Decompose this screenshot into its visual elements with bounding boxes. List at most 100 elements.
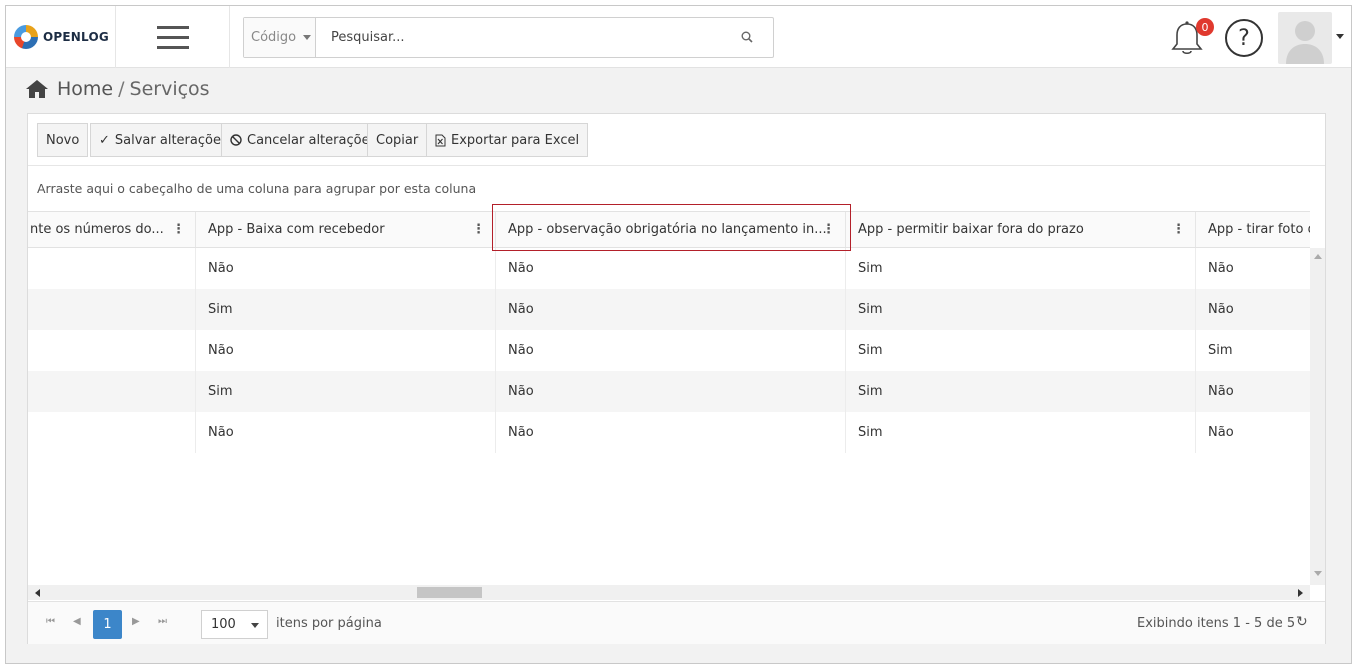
copy-button-label: Copiar (376, 132, 419, 148)
refresh-icon[interactable]: ↻ (1296, 614, 1308, 630)
column-header-label: App - tirar foto d (1208, 222, 1310, 237)
notification-count-badge: 0 (1196, 18, 1214, 36)
column-header[interactable]: App - observação obrigatória no lançamen… (496, 212, 846, 247)
table-cell[interactable]: Não (1196, 248, 1310, 289)
check-icon: ✓ (99, 132, 110, 148)
logo[interactable]: OPENLOG (6, 6, 116, 68)
breadcrumb-current: Serviços (129, 78, 210, 100)
table-row[interactable]: Sim Não Sim Não (28, 289, 1310, 330)
horizontal-scroll-thumb[interactable] (417, 587, 482, 598)
column-header[interactable]: App - permitir baixar fora do prazo ⋮ (846, 212, 1196, 247)
horizontal-scrollbar[interactable] (28, 585, 1310, 600)
table-cell[interactable]: Não (496, 371, 846, 412)
table-cell[interactable] (28, 330, 196, 371)
table-cell[interactable]: Sim (196, 289, 496, 330)
table-cell[interactable]: Não (196, 248, 496, 289)
user-menu-chevron-icon[interactable] (1336, 34, 1344, 39)
breadcrumb-separator: / (118, 78, 125, 100)
chevron-down-icon (251, 623, 259, 628)
new-button[interactable]: Novo (37, 123, 89, 157)
notifications-button[interactable]: 0 (1169, 18, 1214, 58)
page-size-select[interactable]: 100 (201, 610, 268, 639)
table-cell[interactable]: Sim (846, 371, 1196, 412)
help-button[interactable]: ? (1225, 19, 1263, 57)
table-cell[interactable]: Não (496, 289, 846, 330)
column-header-label: App - permitir baixar fora do prazo (858, 222, 1084, 237)
export-excel-button[interactable]: Exportar para Excel (426, 123, 589, 157)
table-cell[interactable]: Sim (1196, 330, 1310, 371)
table-cell[interactable]: Não (496, 330, 846, 371)
logo-mark-icon (14, 25, 38, 49)
menu-toggle-button[interactable] (116, 6, 230, 68)
table-cell[interactable]: Não (1196, 412, 1310, 453)
last-page-icon[interactable]: ⏭ (158, 616, 167, 627)
table-row[interactable]: Não Não Sim Sim (28, 330, 1310, 371)
services-panel: Novo ✓ Salvar alterações Cancelar altera… (27, 113, 1326, 644)
column-header[interactable]: App - tirar foto d (1196, 212, 1310, 247)
pager: ⏮ ◀ 1 ▶ ⏭ 100 itens por página Exibindo … (28, 601, 1325, 644)
table-cell[interactable]: Sim (196, 371, 496, 412)
table-row[interactable]: Não Não Sim Não (28, 412, 1310, 453)
cancel-icon (230, 134, 242, 146)
table-cell[interactable]: Não (1196, 371, 1310, 412)
search-icon[interactable] (741, 31, 753, 43)
question-icon: ? (1238, 25, 1250, 51)
breadcrumb: Home / Serviços (25, 75, 210, 103)
search-bar: Código (243, 17, 774, 58)
column-header[interactable]: App - Baixa com recebedor ⋮ (196, 212, 496, 247)
table-cell[interactable]: Sim (846, 412, 1196, 453)
column-header[interactable]: nte os números do... ⋮ (28, 212, 196, 247)
scroll-down-icon[interactable] (1314, 571, 1322, 576)
table-cell[interactable] (28, 371, 196, 412)
table-cell[interactable]: Não (196, 330, 496, 371)
cancel-changes-button[interactable]: Cancelar alterações (221, 123, 386, 157)
column-menu-icon[interactable]: ⋮ (822, 222, 835, 237)
table-cell[interactable]: Sim (846, 330, 1196, 371)
table-row[interactable]: Sim Não Sim Não (28, 371, 1310, 412)
excel-file-icon (435, 134, 446, 146)
column-menu-icon[interactable]: ⋮ (172, 222, 185, 237)
table-cell[interactable]: Sim (846, 248, 1196, 289)
table-cell[interactable] (28, 248, 196, 289)
save-changes-button[interactable]: ✓ Salvar alterações (90, 123, 237, 157)
scroll-up-icon[interactable] (1314, 254, 1322, 259)
home-icon[interactable] (25, 79, 49, 99)
user-silhouette-icon (1286, 21, 1324, 64)
pager-info: Exibindo itens 1 - 5 de 5 (1137, 616, 1296, 631)
table-cell[interactable]: Não (1196, 289, 1310, 330)
column-header-label: App - observação obrigatória no lançamen… (508, 222, 827, 237)
table-cell[interactable]: Sim (846, 289, 1196, 330)
grid-header: nte os números do... ⋮ App - Baixa com r… (28, 211, 1310, 248)
table-cell[interactable]: Não (196, 412, 496, 453)
table-cell[interactable] (28, 289, 196, 330)
new-button-label: Novo (46, 132, 80, 148)
table-cell[interactable] (28, 412, 196, 453)
column-menu-icon[interactable]: ⋮ (1172, 222, 1185, 237)
search-input[interactable] (324, 18, 724, 57)
table-row[interactable]: Não Não Sim Não (28, 248, 1310, 289)
table-cell[interactable]: Não (496, 412, 846, 453)
copy-button[interactable]: Copiar (367, 123, 428, 157)
search-type-label: Código (251, 30, 297, 45)
column-menu-icon[interactable]: ⋮ (472, 222, 485, 237)
column-header-label: App - Baixa com recebedor (208, 222, 385, 237)
page-size-value: 100 (211, 617, 236, 632)
top-bar: OPENLOG Código 0 (6, 6, 1351, 68)
grid-toolbar: Novo ✓ Salvar alterações Cancelar altera… (28, 114, 1325, 166)
page-size-label: itens por página (276, 616, 382, 631)
search-type-select[interactable]: Código (244, 18, 316, 57)
breadcrumb-home[interactable]: Home (57, 78, 113, 100)
user-avatar[interactable] (1278, 12, 1332, 64)
group-drop-area[interactable]: Arraste aqui o cabeçalho de uma coluna p… (37, 181, 476, 196)
previous-page-icon[interactable]: ◀ (73, 616, 81, 627)
vertical-scrollbar[interactable] (1310, 248, 1325, 585)
chevron-down-icon (303, 35, 312, 40)
next-page-icon[interactable]: ▶ (132, 616, 140, 627)
export-excel-label: Exportar para Excel (451, 132, 580, 148)
scroll-left-icon[interactable] (35, 589, 40, 597)
current-page-button[interactable]: 1 (93, 610, 122, 639)
first-page-icon[interactable]: ⏮ (46, 616, 55, 627)
scroll-right-icon[interactable] (1298, 589, 1303, 597)
table-cell[interactable]: Não (496, 248, 846, 289)
logo-text: OPENLOG (43, 30, 109, 44)
